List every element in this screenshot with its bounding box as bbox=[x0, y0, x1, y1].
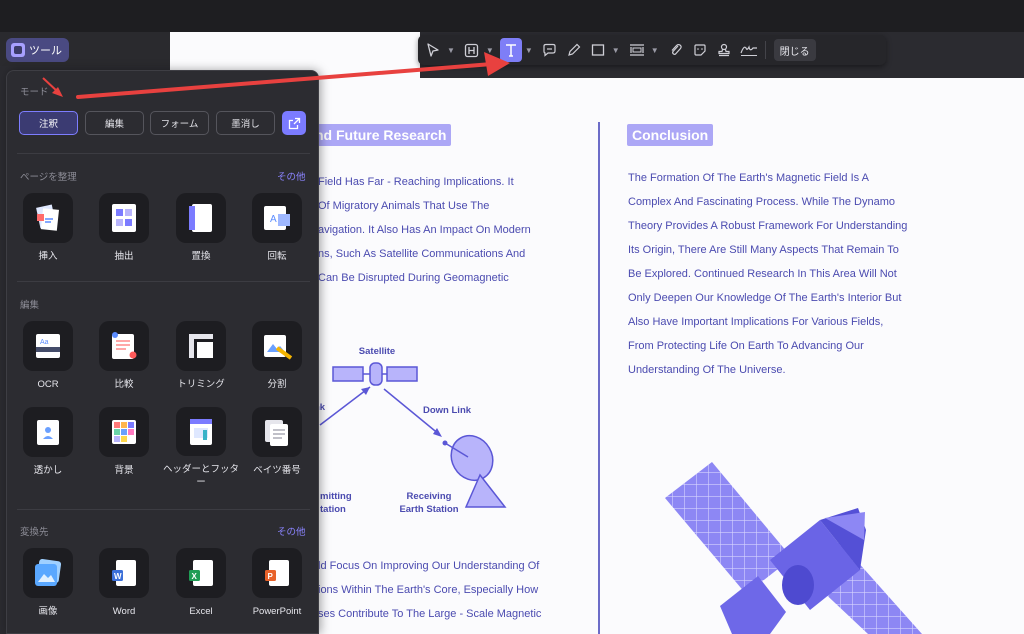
callout-arrow-to-text-tool bbox=[76, 62, 494, 99]
callout-arrows bbox=[42, 52, 510, 99]
